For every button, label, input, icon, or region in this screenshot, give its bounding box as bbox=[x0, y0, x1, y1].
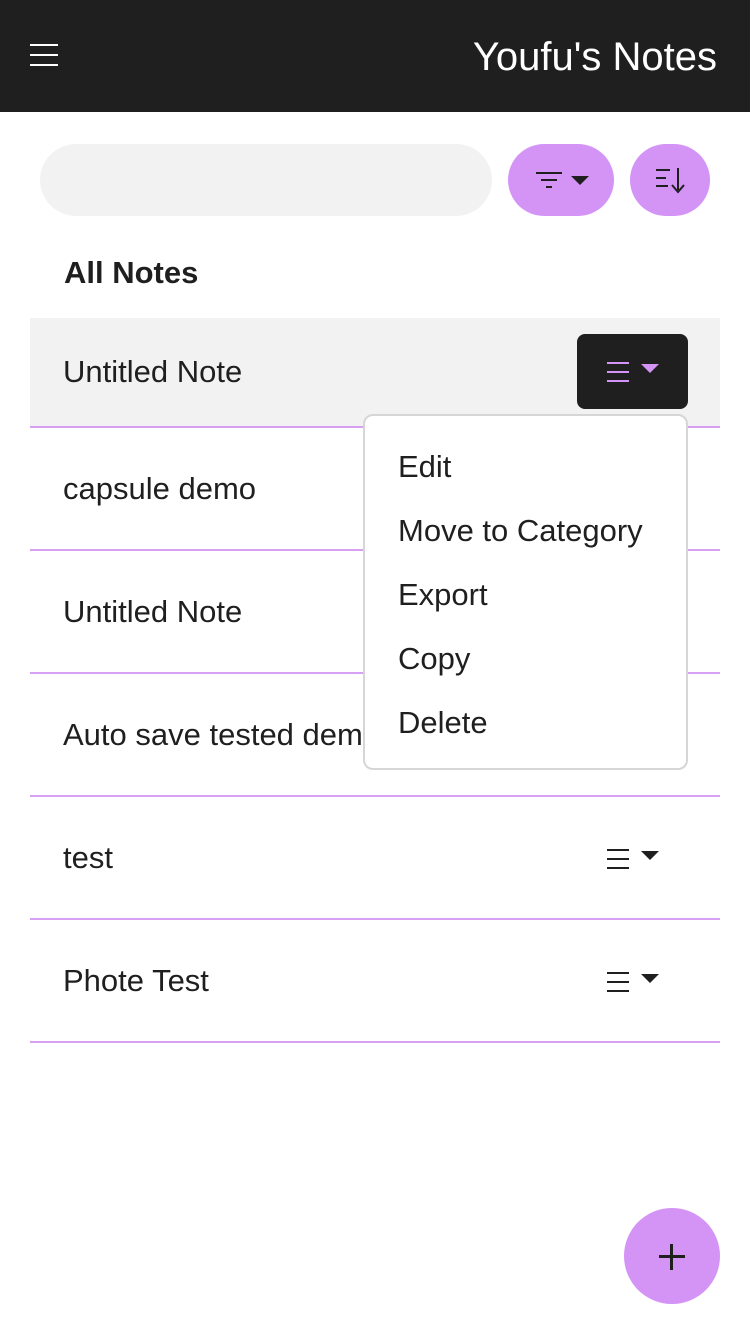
note-title: Untitled Note bbox=[63, 354, 243, 389]
menu-item-move-to-category[interactable]: Move to Category bbox=[365, 508, 686, 572]
note-row[interactable]: Untitled Note bbox=[30, 318, 720, 428]
note-menu-button[interactable] bbox=[577, 334, 688, 409]
note-menu-button[interactable] bbox=[577, 821, 688, 896]
menu-item-edit[interactable]: Edit bbox=[365, 444, 686, 508]
note-title: test bbox=[63, 839, 113, 875]
chevron-down-icon bbox=[641, 973, 659, 983]
search-input[interactable] bbox=[40, 144, 492, 216]
note-row[interactable]: test bbox=[30, 797, 720, 920]
note-menu-button[interactable] bbox=[577, 944, 688, 1019]
chevron-down-icon bbox=[641, 850, 659, 860]
filter-icon bbox=[536, 170, 562, 190]
app-header: Youfu's Notes bbox=[0, 0, 750, 112]
sort-button[interactable] bbox=[630, 144, 710, 216]
section-title: All Notes bbox=[64, 255, 199, 290]
filter-button[interactable] bbox=[508, 144, 614, 216]
list-icon bbox=[607, 848, 629, 869]
app-title: Youfu's Notes bbox=[472, 35, 717, 79]
list-icon bbox=[607, 971, 629, 992]
sort-descending-icon bbox=[656, 168, 685, 194]
note-title: Auto save tested dem bbox=[63, 716, 363, 752]
hamburger-menu-icon[interactable] bbox=[30, 42, 58, 68]
add-note-button[interactable] bbox=[624, 1208, 720, 1304]
note-options-dropdown: Edit Move to Category Export Copy Delete bbox=[363, 414, 688, 770]
chevron-down-icon bbox=[571, 176, 589, 185]
menu-item-export[interactable]: Export bbox=[365, 572, 686, 636]
list-icon bbox=[607, 361, 629, 382]
menu-item-delete[interactable]: Delete bbox=[365, 700, 686, 764]
menu-item-copy[interactable]: Copy bbox=[365, 636, 686, 700]
note-row[interactable]: Phote Test bbox=[30, 920, 720, 1043]
chevron-down-icon bbox=[641, 363, 659, 373]
note-title: capsule demo bbox=[63, 470, 257, 506]
note-title: Phote Test bbox=[63, 962, 209, 998]
notes-app: Youfu's Notes All Notes Untitled Note ca… bbox=[0, 0, 750, 1334]
note-title: Untitled Note bbox=[63, 593, 243, 629]
